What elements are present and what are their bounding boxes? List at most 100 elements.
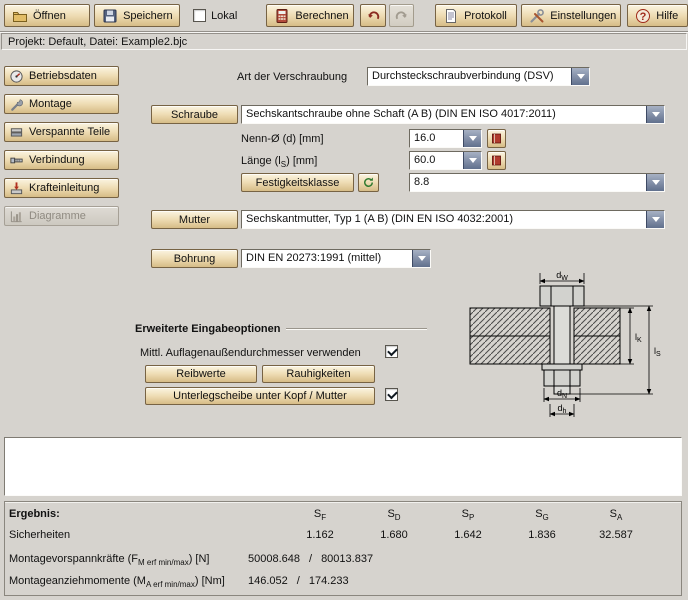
redo-icon <box>394 8 409 23</box>
bohrung-button-label: Bohrung <box>174 253 216 265</box>
help-icon: ? <box>635 8 651 24</box>
anziehmoment-label: Montageanziehmomente (MA erf min/max) [N… <box>9 575 225 589</box>
calculator-icon <box>274 8 290 24</box>
mutter-value: Sechskantmutter, Typ 1 (A B) (DIN EN ISO… <box>242 211 646 228</box>
project-status-text: Projekt: Default, Datei: Example2.bjc <box>8 36 187 48</box>
schraube-button-label: Schraube <box>171 109 218 121</box>
svg-text:?: ? <box>640 11 647 23</box>
results-header-row: Ergebnis: SF SD SP SG SA <box>5 508 681 529</box>
chevron-down-icon[interactable] <box>646 211 664 228</box>
unterlegscheibe-checkbox[interactable] <box>385 388 398 401</box>
reibwerte-button[interactable]: Reibwerte <box>145 365 257 383</box>
sidebar-item-montage[interactable]: Montage <box>4 94 119 114</box>
settings-button[interactable]: Einstellungen <box>521 4 621 27</box>
sicherheit-sp-value: 1.642 <box>431 529 505 541</box>
app-window: Öffnen Speichern Lokal Berechnen <box>0 0 688 600</box>
open-button[interactable]: Öffnen <box>4 4 90 27</box>
chevron-down-icon[interactable] <box>463 130 481 147</box>
vorspannkraft-values: 50008.648/80013.837 <box>248 553 373 565</box>
mutter-button-label: Mutter <box>179 214 210 226</box>
advanced-options-group-title: Erweiterte Eingabeoptionen <box>135 323 427 335</box>
schraube-button[interactable]: Schraube <box>151 105 238 124</box>
festigkeitsklasse-value: 8.8 <box>410 174 646 191</box>
verschraubung-select[interactable]: Durchsteckschraubverbindung (DSV) <box>367 67 590 86</box>
sidebar-item-krafteinleitung[interactable]: Krafteinleitung <box>4 178 119 198</box>
force-arrow-icon <box>9 181 24 196</box>
sicherheit-sa-value: 32.587 <box>579 529 653 541</box>
sidebar-item-verbindung[interactable]: Verbindung <box>4 150 119 170</box>
nenn-d-label: Nenn-Ø (d) [mm] <box>241 133 324 145</box>
sicherheiten-label: Sicherheiten <box>9 529 283 541</box>
laenge-table-button[interactable] <box>487 151 506 170</box>
toolbar: Öffnen Speichern Lokal Berechnen <box>0 0 688 32</box>
local-label: Lokal <box>211 10 237 22</box>
sidebar-label-montage: Montage <box>29 98 72 110</box>
results-panel: Ergebnis: SF SD SP SG SA Sicherheiten 1.… <box>4 501 682 596</box>
results-title: Ergebnis: <box>9 508 283 520</box>
help-button[interactable]: ? Hilfe <box>627 4 688 27</box>
bohrung-button[interactable]: Bohrung <box>151 249 238 268</box>
help-button-label: Hilfe <box>656 10 678 22</box>
dim-ls-label: lS <box>654 346 661 358</box>
results-column-sf: SF <box>283 508 357 522</box>
sicherheit-sd-value: 1.680 <box>357 529 431 541</box>
message-area <box>4 437 682 496</box>
nenn-d-table-button[interactable] <box>487 129 506 148</box>
schraube-select[interactable]: Sechskantschraube ohne Schaft (A B) (DIN… <box>241 105 665 124</box>
nenn-d-select[interactable]: 16.0 <box>409 129 482 148</box>
festigkeitsklasse-select[interactable]: 8.8 <box>409 173 665 192</box>
bolt-joint-drawing: dW lK lS dN dh <box>455 270 670 432</box>
festigkeitsklasse-refresh-button[interactable] <box>358 173 379 192</box>
calculate-button[interactable]: Berechnen <box>266 4 354 27</box>
vorspannkraft-label: Montagevorspannkräfte (FM erf min/max) [… <box>9 553 209 567</box>
sidebar-label-diagramme: Diagramme <box>29 210 86 222</box>
protocol-button[interactable]: Protokoll <box>435 4 517 27</box>
undo-button[interactable] <box>360 4 385 27</box>
clamped-plates-icon <box>9 125 24 140</box>
protocol-button-label: Protokoll <box>464 10 507 22</box>
chevron-down-icon[interactable] <box>412 250 430 267</box>
local-checkbox[interactable] <box>193 9 206 22</box>
rauhigkeiten-button-label: Rauhigkeiten <box>286 368 350 380</box>
chevron-down-icon[interactable] <box>646 174 664 191</box>
festigkeitsklasse-button[interactable]: Festigkeitsklasse <box>241 173 354 192</box>
results-column-sa: SA <box>579 508 653 522</box>
laenge-select[interactable]: 60.0 <box>409 151 482 170</box>
results-column-sd: SD <box>357 508 431 522</box>
chevron-down-icon[interactable] <box>463 152 481 169</box>
protocol-document-icon <box>443 8 459 24</box>
rauhigkeiten-button[interactable]: Rauhigkeiten <box>262 365 375 383</box>
sidebar-label-verbindung: Verbindung <box>29 154 85 166</box>
local-check-group: Lokal <box>187 4 243 27</box>
auflage-checkbox[interactable] <box>385 345 398 358</box>
sicherheiten-row: Sicherheiten 1.162 1.680 1.642 1.836 32.… <box>5 529 681 550</box>
results-column-sg: SG <box>505 508 579 522</box>
advanced-options-label: Erweiterte Eingabeoptionen <box>135 323 280 335</box>
laenge-value: 60.0 <box>410 152 463 169</box>
chevron-down-icon[interactable] <box>646 106 664 123</box>
mutter-select[interactable]: Sechskantmutter, Typ 1 (A B) (DIN EN ISO… <box>241 210 665 229</box>
refresh-icon <box>362 176 375 189</box>
save-disk-icon <box>102 8 118 24</box>
sidebar-item-verspannte-teile[interactable]: Verspannte Teile <box>4 122 119 142</box>
calculate-button-label: Berechnen <box>295 10 348 22</box>
settings-button-label: Einstellungen <box>550 10 616 22</box>
operating-data-gauge-icon <box>9 69 24 84</box>
sicherheit-sg-value: 1.836 <box>505 529 579 541</box>
unterlegscheibe-button[interactable]: Unterlegscheibe unter Kopf / Mutter <box>145 387 375 405</box>
chevron-down-icon[interactable] <box>571 68 589 85</box>
save-button-label: Speichern <box>123 10 173 22</box>
redo-button[interactable] <box>389 4 414 27</box>
auflage-label: Mittl. Auflagenaußendurchmesser verwende… <box>140 347 361 359</box>
bohrung-select[interactable]: DIN EN 20273:1991 (mittel) <box>241 249 431 268</box>
mutter-button[interactable]: Mutter <box>151 210 238 229</box>
sidebar-item-betriebsdaten[interactable]: Betriebsdaten <box>4 66 119 86</box>
sidebar-label-krafteinleitung: Krafteinleitung <box>29 182 99 194</box>
bolt-icon <box>9 153 24 168</box>
verschraubung-value: Durchsteckschraubverbindung (DSV) <box>368 68 571 85</box>
sidebar-item-diagramme[interactable]: Diagramme <box>4 206 119 226</box>
schraube-value: Sechskantschraube ohne Schaft (A B) (DIN… <box>242 106 646 123</box>
standard-table-icon <box>490 132 503 145</box>
dim-dw-label: dW <box>556 270 568 282</box>
save-button[interactable]: Speichern <box>94 4 180 27</box>
